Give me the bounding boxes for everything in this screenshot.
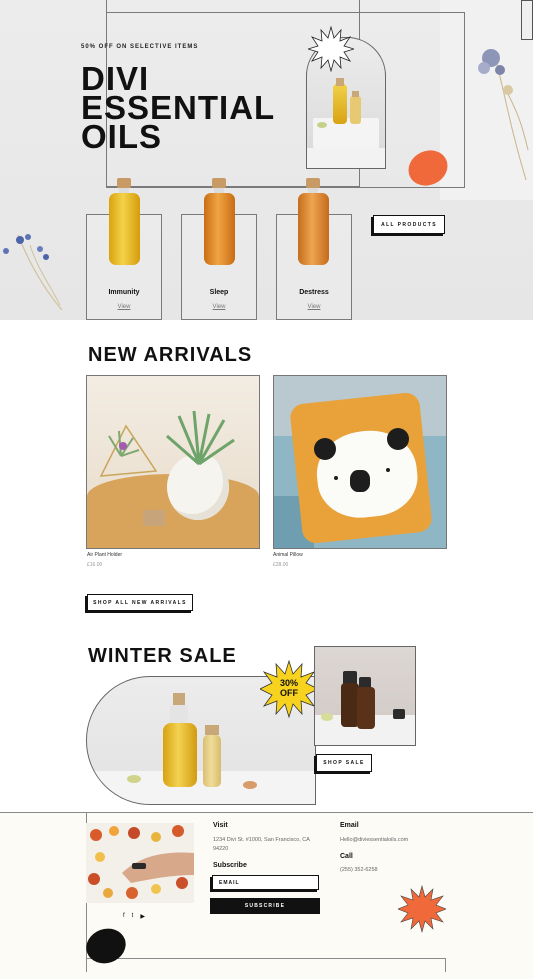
hero-corner-frame — [521, 0, 533, 40]
product-name: Immunity — [108, 289, 140, 296]
animal-pillow-image[interactable] — [273, 375, 447, 549]
subscribe-button[interactable]: SUBSCRIBE — [210, 898, 320, 914]
product-price: £28.00 — [273, 562, 289, 568]
address: 1234 Divi St. #1000, San Francisco, CA 9… — [213, 836, 310, 854]
address-line2: 94220 — [213, 846, 229, 852]
call-heading: Call — [340, 853, 353, 860]
air-plant-holder-image[interactable] — [86, 375, 260, 549]
bottle-destress-image — [298, 178, 329, 265]
product-view-link[interactable]: View — [182, 304, 256, 310]
product-price: £16.00 — [87, 562, 103, 568]
product-view-link[interactable]: View — [277, 304, 351, 310]
social-links: f t ▶ — [123, 913, 145, 920]
phone-link[interactable]: (255) 352-6258 — [340, 866, 378, 875]
product-view-link[interactable]: View — [87, 304, 161, 310]
product-name: Sleep — [209, 289, 229, 296]
sale-badge-text: 30% OFF — [260, 678, 318, 698]
hero-title: DIVI ESSENTIAL OILS — [81, 62, 275, 155]
product-name: Destress — [299, 289, 329, 296]
facebook-icon[interactable]: f — [123, 913, 125, 920]
shop-all-new-arrivals-button[interactable]: SHOP ALL NEW ARRIVALS — [87, 594, 193, 611]
subscribe-heading: Subscribe — [213, 862, 247, 869]
email-link[interactable]: Hello@diviessentialoils.com — [340, 836, 408, 845]
amber-bottles-image — [314, 646, 416, 746]
bottle-immunity-image — [109, 178, 140, 265]
new-arrivals-title: NEW ARRIVALS — [88, 344, 253, 366]
all-products-button[interactable]: ALL PRODUCTS — [373, 215, 445, 234]
footer-outline-box-2 — [86, 958, 446, 972]
hero-section: 50% OFF ON SELECTIVE ITEMS DIVI ESSENTIA… — [0, 0, 533, 320]
shop-sale-button[interactable]: SHOP SALE — [316, 754, 372, 772]
hero-title-line3: OILS — [81, 118, 163, 155]
winter-sale-title: WINTER SALE — [88, 645, 237, 667]
twitter-icon[interactable]: t — [132, 913, 134, 920]
hero-eyebrow: 50% OFF ON SELECTIVE ITEMS — [81, 44, 199, 50]
dried-flower-right-image — [478, 49, 529, 181]
visit-heading: Visit — [213, 822, 228, 829]
email-field[interactable]: EMAIL — [212, 875, 319, 890]
starburst-icon — [308, 26, 354, 72]
product-name[interactable]: Air Plant Holder — [87, 552, 122, 558]
sale-badge-off: OFF — [280, 688, 298, 698]
dried-flower-left-image — [3, 234, 63, 311]
address-line1: 1234 Divi St. #1000, San Francisco, CA — [213, 837, 310, 843]
youtube-icon[interactable]: ▶ — [140, 913, 145, 920]
sale-badge-percent: 30% — [279, 678, 298, 688]
footer: f t ▶ Visit 1234 Divi St. #1000, San Fra… — [0, 812, 533, 979]
email-heading: Email — [340, 822, 359, 829]
dried-flowers-hand-image — [86, 823, 194, 903]
product-name[interactable]: Animal Pillow — [273, 552, 303, 558]
bottle-sleep-image — [204, 178, 235, 265]
orange-starburst-icon — [398, 885, 446, 933]
